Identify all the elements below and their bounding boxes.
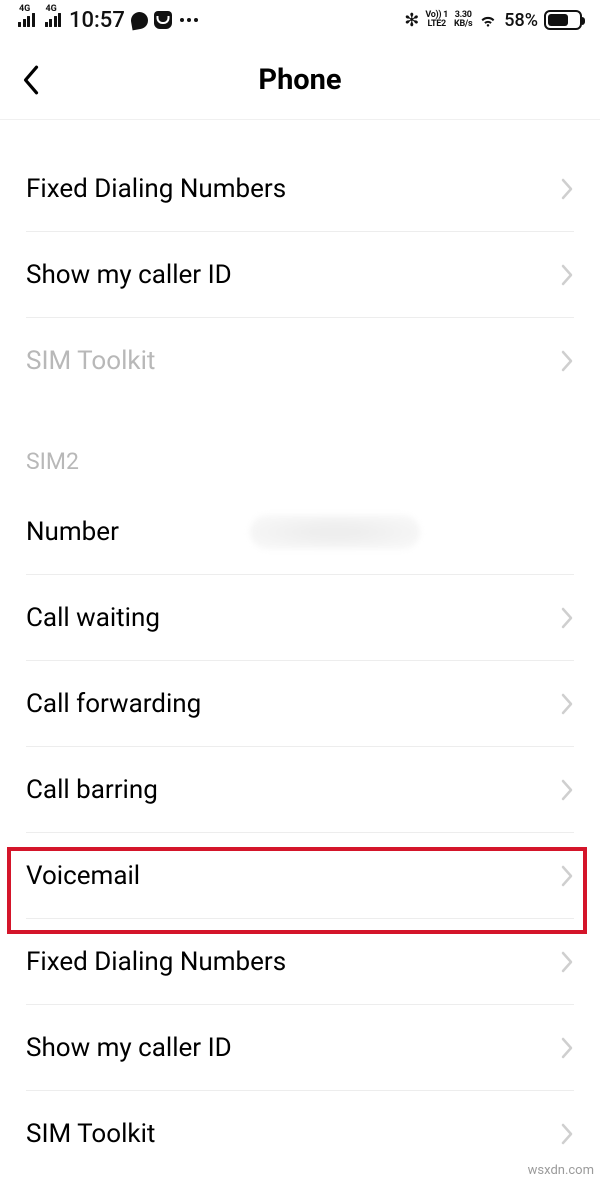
status-time: 10:57 (69, 8, 125, 33)
row-label: Fixed Dialing Numbers (26, 174, 286, 204)
chevron-right-icon (560, 606, 574, 630)
row-label: Fixed Dialing Numbers (26, 947, 286, 977)
group-header-sim2: SIM2 (26, 430, 574, 489)
chevron-right-icon (560, 177, 574, 201)
battery-percent: 58% (504, 10, 538, 31)
row-call-forwarding[interactable]: Call forwarding (26, 661, 574, 747)
signal-sim2-icon: 4G (45, 13, 62, 27)
row-label: Call forwarding (26, 689, 201, 719)
row-show-my-caller-id[interactable]: Show my caller ID (26, 1005, 574, 1091)
battery-icon (544, 10, 582, 30)
row-label: Show my caller ID (26, 1033, 232, 1063)
chevron-right-icon (560, 692, 574, 716)
row-label: Voicemail (26, 861, 140, 891)
chevron-right-icon (560, 1036, 574, 1060)
netspeed-indicator: 3.30KB/s (454, 11, 472, 29)
row-label: Call barring (26, 775, 158, 805)
row-label: SIM Toolkit (26, 1119, 155, 1149)
chevron-right-icon (560, 263, 574, 287)
page-title: Phone (0, 63, 600, 97)
signal-sim1-icon: 4G (18, 13, 35, 27)
row-number[interactable]: Number (26, 489, 574, 575)
chevron-right-icon (560, 950, 574, 974)
settings-group-sim1: Fixed Dialing Numbers Show my caller ID SI… (0, 146, 600, 404)
back-button[interactable] (0, 40, 60, 119)
watermark-text: wsxdn.com (528, 1163, 594, 1178)
row-call-barring[interactable]: Call barring (26, 747, 574, 833)
chevron-right-icon (560, 778, 574, 802)
status-bar: 4G 4G 10:57 ✻ Vo)) 1LTE2 3.30KB/s 58% (0, 0, 600, 40)
row-label: Show my caller ID (26, 260, 232, 290)
status-left: 4G 4G 10:57 (18, 8, 198, 33)
row-sim-toolkit[interactable]: SIM Toolkit (26, 318, 574, 404)
chevron-left-icon (20, 63, 42, 97)
row-sim-toolkit[interactable]: SIM Toolkit (26, 1091, 574, 1177)
chevron-right-icon (560, 349, 574, 373)
chevron-right-icon (560, 864, 574, 888)
row-label: Number (26, 517, 119, 547)
bluetooth-icon: ✻ (404, 10, 419, 31)
row-fixed-dialing-numbers[interactable]: Fixed Dialing Numbers (26, 919, 574, 1005)
status-right: ✻ Vo)) 1LTE2 3.30KB/s 58% (404, 10, 582, 31)
row-label: Call waiting (26, 603, 160, 633)
coffee-bean-icon (129, 10, 149, 30)
row-label: SIM Toolkit (26, 346, 155, 376)
header: Phone (0, 40, 600, 120)
settings-group-sim2: SIM2 Number Call waiting Call forwarding Ca… (0, 430, 600, 1177)
wifi-icon (478, 10, 498, 30)
phone-number-redacted (250, 515, 420, 549)
shopping-bag-icon (154, 11, 172, 29)
row-fixed-dialing-numbers[interactable]: Fixed Dialing Numbers (26, 146, 574, 232)
volte-indicator: Vo)) 1LTE2 (425, 11, 448, 29)
row-call-waiting[interactable]: Call waiting (26, 575, 574, 661)
more-icon (180, 18, 198, 22)
row-voicemail[interactable]: Voicemail (26, 833, 574, 919)
chevron-right-icon (560, 1122, 574, 1146)
row-show-my-caller-id[interactable]: Show my caller ID (26, 232, 574, 318)
